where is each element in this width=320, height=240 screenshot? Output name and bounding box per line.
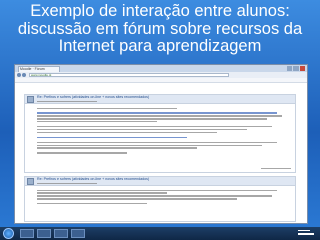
avatar — [27, 178, 34, 185]
taskbar — [0, 227, 320, 240]
close-icon[interactable] — [299, 66, 305, 71]
post-subject: Re: Prefiros e sofrers (atividades on-li… — [37, 177, 150, 181]
forward-icon[interactable] — [22, 73, 26, 77]
forum-post: Re: Prefiros e sofrers (atividades on-li… — [24, 176, 296, 222]
url-field[interactable]: www.moodle.pt — [29, 73, 229, 77]
post-header: Re: Prefiros e sofrers (atividades on-li… — [25, 95, 295, 104]
post-subject: Re: Prefiros e sofrers (atividades on-li… — [37, 95, 150, 99]
clock — [298, 228, 314, 235]
reply-link[interactable] — [261, 167, 291, 169]
tab-bar: Moodle · Fórum — [15, 65, 307, 72]
avatar — [27, 96, 34, 103]
explorer-icon[interactable] — [20, 229, 34, 238]
back-icon[interactable] — [17, 73, 21, 77]
browser-icon[interactable] — [37, 229, 51, 238]
minimize-icon[interactable] — [287, 66, 293, 71]
media-icon[interactable] — [54, 229, 68, 238]
window-controls — [287, 66, 305, 71]
slide-title: Exemplo de interação entre alunos: discu… — [17, 2, 303, 55]
post-author — [37, 182, 97, 184]
post-author — [37, 100, 97, 102]
start-button[interactable] — [3, 228, 14, 239]
post-header: Re: Prefiros e sofrers (atividades on-li… — [25, 177, 295, 186]
maximize-icon[interactable] — [293, 66, 299, 71]
app-icon[interactable] — [71, 229, 85, 238]
forum-content: Re: Prefiros e sofrers (atividades on-li… — [15, 88, 307, 223]
forum-post: Re: Prefiros e sofrers (atividades on-li… — [24, 94, 296, 173]
browser-window: Moodle · Fórum www.moodle.pt Re: Prefiro… — [14, 64, 308, 224]
